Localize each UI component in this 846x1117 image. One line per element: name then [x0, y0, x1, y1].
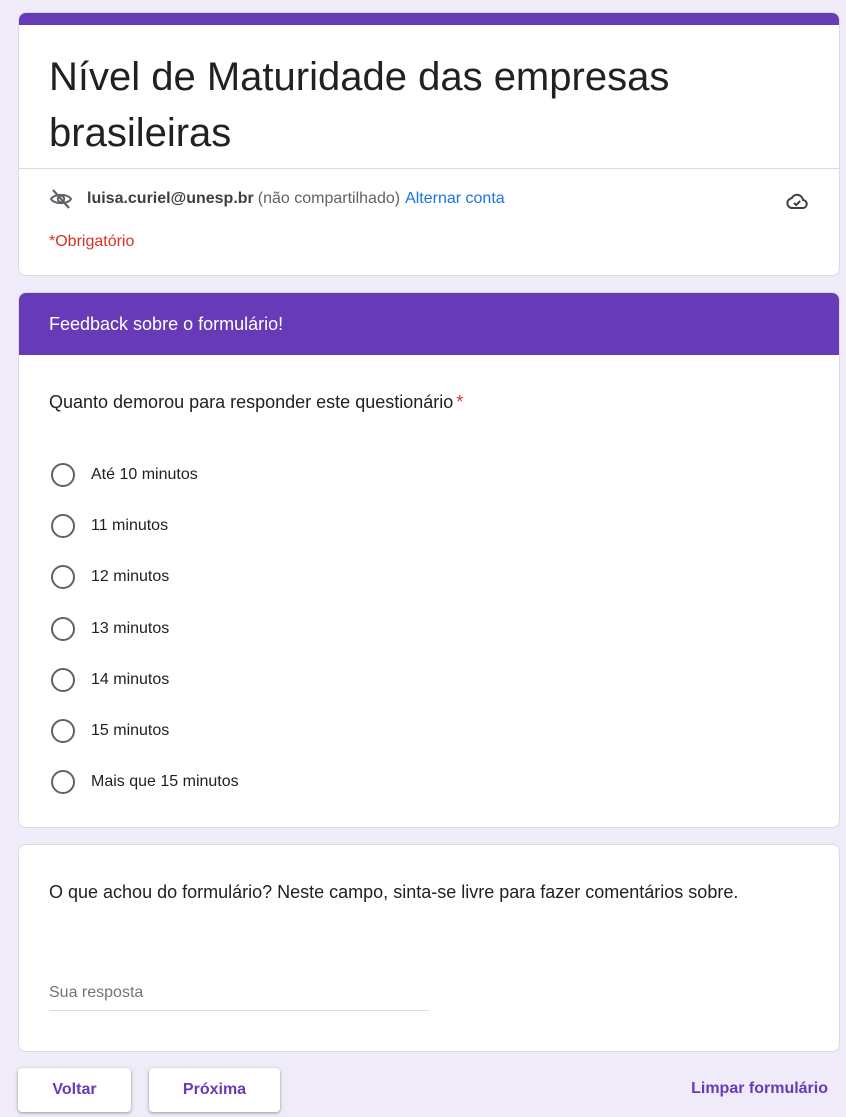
option-label: 13 minutos	[91, 619, 170, 637]
question-duration: Quanto demorou para responder este quest…	[49, 392, 463, 413]
radio-button[interactable]	[51, 719, 75, 744]
option-label: 15 minutos	[91, 722, 170, 740]
question-duration-label: Quanto demorou para responder este quest…	[49, 392, 454, 412]
header-accent-stripe	[19, 13, 839, 25]
comment-card: O que achou do formulário? Neste campo, …	[18, 844, 840, 1052]
radio-button[interactable]	[51, 565, 75, 590]
account-row: luisa.curiel@unesp.br (não compartilhado…	[49, 189, 505, 209]
duration-options: Até 10 minutos 11 minutos 12 minutos 13 …	[51, 449, 239, 808]
header-divider	[19, 168, 839, 169]
radio-button[interactable]	[51, 513, 75, 538]
clear-form-link[interactable]: Limpar formulário	[691, 1080, 828, 1098]
radio-button[interactable]	[51, 667, 75, 692]
option-label: 12 minutos	[91, 568, 170, 586]
feedback-section-card: Feedback sobre o formulário! Quanto demo…	[18, 292, 840, 828]
comment-question: O que achou do formulário? Neste campo, …	[49, 882, 739, 902]
option-11-minutos[interactable]: 11 minutos	[51, 500, 239, 551]
back-button[interactable]: Voltar	[18, 1068, 131, 1112]
comment-input[interactable]	[49, 975, 429, 1011]
option-label: 11 minutos	[91, 516, 169, 534]
form-title: Nível de Maturidade das empresas brasile…	[49, 55, 670, 155]
account-share-note: (não compartilhado)	[257, 190, 401, 207]
cloud-done-icon	[785, 189, 809, 213]
radio-button[interactable]	[51, 770, 75, 795]
account-email: luisa.curiel@unesp.br	[87, 190, 254, 207]
option-14-minutos[interactable]: 14 minutos	[51, 654, 239, 705]
switch-account-link[interactable]: Alternar conta	[405, 190, 505, 208]
radio-button[interactable]	[51, 616, 75, 641]
required-star: *	[456, 392, 464, 412]
next-button[interactable]: Próxima	[149, 1068, 280, 1112]
section-title: Feedback sobre o formulário!	[19, 293, 839, 355]
option-15-minutos[interactable]: 15 minutos	[51, 705, 239, 756]
option-ate-10-minutos[interactable]: Até 10 minutos	[51, 449, 239, 500]
option-label: 14 minutos	[91, 670, 170, 688]
option-label: Mais que 15 minutos	[91, 773, 239, 791]
visibility-off-icon	[49, 187, 73, 211]
option-12-minutos[interactable]: 12 minutos	[51, 552, 239, 603]
option-13-minutos[interactable]: 13 minutos	[51, 603, 239, 654]
radio-button[interactable]	[51, 462, 75, 487]
required-note: *Obrigatório	[49, 233, 135, 250]
option-mais-que-15-minutos[interactable]: Mais que 15 minutos	[51, 757, 239, 808]
form-header-card: Nível de Maturidade das empresas brasile…	[18, 12, 840, 276]
option-label: Até 10 minutos	[91, 465, 198, 483]
